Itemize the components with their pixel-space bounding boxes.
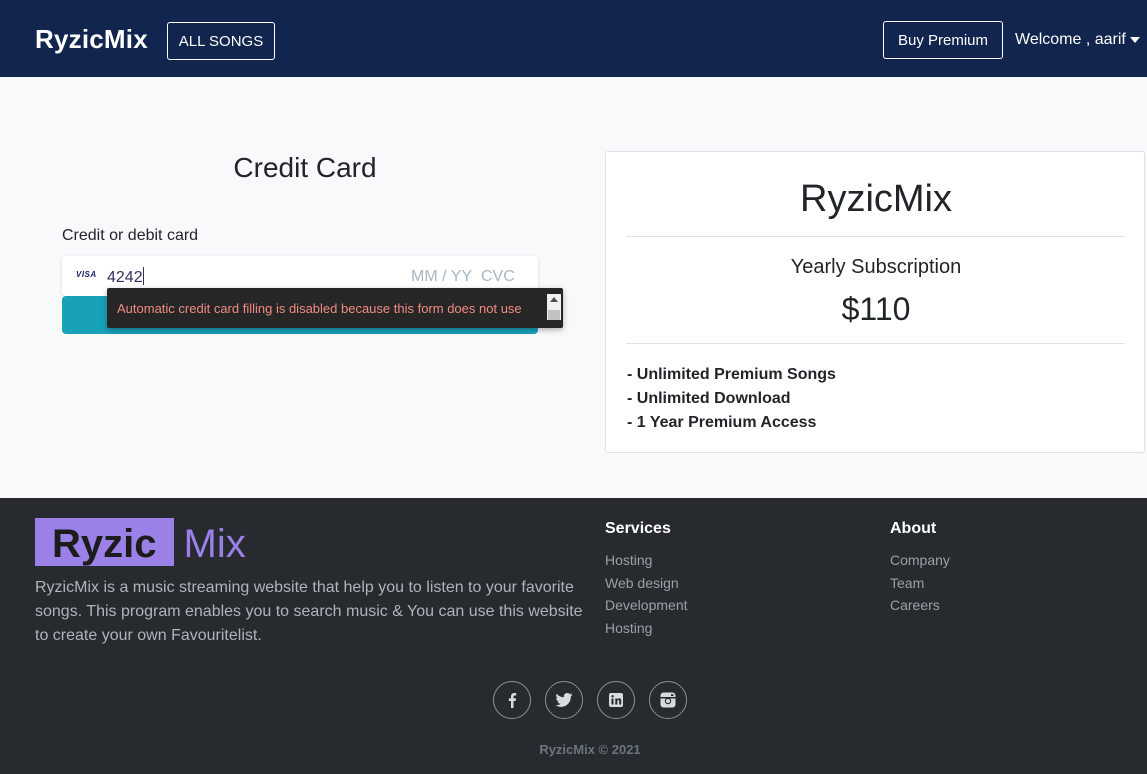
divider — [626, 343, 1125, 344]
facebook-icon[interactable] — [493, 681, 531, 719]
footer-link-hosting[interactable]: Hosting — [605, 617, 688, 640]
buy-premium-button[interactable]: Buy Premium — [883, 21, 1003, 59]
card-field-label: Credit or debit card — [62, 227, 199, 244]
plan-feature: - Unlimited Premium Songs — [627, 366, 836, 383]
services-heading: Services — [605, 520, 671, 537]
popup-scrollbar[interactable] — [547, 294, 561, 320]
plan-title: RyzicMix — [800, 178, 952, 220]
footer-link-careers[interactable]: Careers — [890, 594, 950, 617]
scroll-up-arrow-icon[interactable] — [550, 297, 558, 302]
social-links — [493, 681, 687, 719]
autofill-warning-text: Automatic credit card filling is disable… — [117, 301, 522, 316]
credit-card-title: Credit Card — [233, 152, 377, 183]
scrollbar-thumb[interactable] — [548, 310, 560, 320]
welcome-text: Welcome , aarif — [1015, 31, 1126, 48]
plan-feature: - Unlimited Download — [627, 390, 791, 407]
caret-down-icon — [1129, 37, 1140, 43]
instagram-icon[interactable] — [649, 681, 687, 719]
expiry-field[interactable]: MM / YY — [411, 268, 472, 286]
footer-link-web-design[interactable]: Web design — [605, 572, 688, 595]
linkedin-icon[interactable] — [597, 681, 635, 719]
autofill-warning-popup: Automatic credit card filling is disable… — [107, 288, 563, 328]
navbar: RyzicMix ALL SONGS Buy Premium Welcome ,… — [0, 0, 1147, 77]
footer-link-development[interactable]: Development — [605, 594, 688, 617]
footer-link-company[interactable]: Company — [890, 549, 950, 572]
visa-icon: VISA — [76, 270, 97, 279]
footer-description: RyzicMix is a music streaming website th… — [35, 579, 583, 644]
twitter-icon[interactable] — [545, 681, 583, 719]
all-songs-button[interactable]: ALL SONGS — [167, 22, 275, 60]
user-menu-dropdown[interactable]: Welcome , aarif — [1015, 31, 1140, 49]
plan-features-list: - Unlimited Premium Songs - Unlimited Do… — [627, 363, 836, 435]
text-cursor — [142, 267, 144, 285]
footer-link-team[interactable]: Team — [890, 572, 950, 595]
logo-ryzic: Ryzic — [35, 518, 174, 566]
about-list: Company Team Careers — [890, 549, 950, 617]
divider — [626, 236, 1125, 237]
cvc-field[interactable]: CVC — [481, 268, 515, 286]
card-number-field[interactable]: 4242 — [107, 267, 144, 287]
footer-link-hosting[interactable]: Hosting — [605, 549, 688, 572]
services-list: Hosting Web design Development Hosting — [605, 549, 688, 639]
footer: Ryzic Mix RyzicMix is a music streaming … — [0, 498, 1147, 774]
brand-logo[interactable]: RyzicMix — [35, 24, 148, 55]
subscription-card: RyzicMix Yearly Subscription $110 - Unli… — [605, 151, 1145, 453]
plan-subscription-type: Yearly Subscription — [790, 256, 962, 278]
plan-price: $110 — [841, 291, 911, 327]
logo-mix: Mix — [183, 522, 246, 566]
footer-logo: Ryzic Mix — [35, 518, 246, 566]
about-heading: About — [890, 520, 937, 537]
card-number-value: 4242 — [107, 269, 143, 286]
plan-feature: - 1 Year Premium Access — [627, 414, 817, 431]
copyright-text: RyzicMix © 2021 — [539, 742, 641, 757]
